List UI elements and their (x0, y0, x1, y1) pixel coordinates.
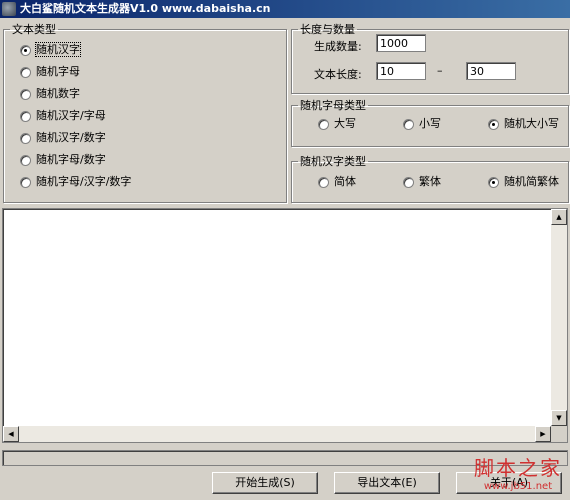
window-title: 大白鲨随机文本生成器V1.0 www.dabaisha.cn (20, 2, 271, 15)
radio-label: 繁体 (419, 175, 441, 188)
length-max-input[interactable] (466, 62, 516, 80)
vertical-scrollbar[interactable]: ▲ ▼ (551, 209, 567, 426)
radio-button[interactable] (403, 176, 414, 188)
radio-label: 随机字母/汉字/数字 (36, 175, 132, 188)
radio-button[interactable] (318, 118, 329, 130)
radio-label: 大写 (334, 117, 356, 130)
radio-label: 随机大小写 (504, 117, 559, 130)
radio-button[interactable] (20, 44, 31, 56)
export-button[interactable]: 导出文本(E) (334, 472, 440, 494)
radio-button[interactable] (403, 118, 414, 130)
letter-case-legend: 随机字母类型 (300, 99, 366, 112)
output-text (3, 209, 567, 213)
radio-label: 随机数字 (36, 87, 80, 100)
hanzi-type-legend: 随机汉字类型 (300, 155, 366, 168)
length-min-input[interactable] (376, 62, 426, 80)
scroll-down-arrow-icon[interactable]: ▼ (551, 410, 567, 426)
radio-button[interactable] (20, 176, 31, 188)
radio-button[interactable] (20, 88, 31, 100)
radio-button[interactable] (20, 110, 31, 122)
text-type-option-hanzi-number[interactable]: 随机汉字/数字 (20, 130, 106, 146)
radio-label: 小写 (419, 117, 441, 130)
text-type-option-letter-number[interactable]: 随机字母/数字 (20, 152, 106, 168)
radio-label: 随机汉字/数字 (36, 131, 106, 144)
count-input[interactable] (376, 34, 426, 52)
count-label: 生成数量: (314, 40, 362, 53)
radio-label: 随机汉字 (35, 42, 81, 57)
text-type-option-number[interactable]: 随机数字 (20, 86, 80, 102)
watermark-url: www.jb51.net (483, 481, 553, 492)
length-label: 文本长度: (314, 68, 362, 81)
length-count-group: 长度与数量 (291, 21, 569, 94)
letter-case-option-upper[interactable]: 大写 (318, 116, 356, 132)
site-watermark: 脚本之家 www.jb51.net (474, 452, 562, 492)
radio-button[interactable] (20, 154, 31, 166)
hanzi-type-option-simplified[interactable]: 简体 (318, 174, 356, 190)
scroll-right-arrow-icon[interactable]: ▶ (535, 426, 551, 442)
title-bar[interactable]: 大白鲨随机文本生成器V1.0 www.dabaisha.cn (0, 0, 570, 18)
app-window: 大白鲨随机文本生成器V1.0 www.dabaisha.cn 文本类型 随机汉字… (0, 0, 570, 500)
radio-button[interactable] (318, 176, 329, 188)
text-type-legend: 文本类型 (12, 23, 56, 36)
text-type-option-hanzi-letter[interactable]: 随机汉字/字母 (20, 108, 106, 124)
radio-label: 简体 (334, 175, 356, 188)
radio-button[interactable] (488, 176, 499, 188)
letter-case-option-mixed[interactable]: 随机大小写 (488, 116, 559, 132)
text-type-option-hanzi[interactable]: 随机汉字 (20, 42, 81, 58)
radio-button[interactable] (488, 118, 499, 130)
watermark-title: 脚本之家 (474, 456, 562, 480)
app-icon (2, 2, 16, 16)
length-count-legend: 长度与数量 (300, 23, 355, 36)
hanzi-type-option-traditional[interactable]: 繁体 (403, 174, 441, 190)
radio-button[interactable] (20, 66, 31, 78)
radio-label: 随机字母/数字 (36, 153, 106, 166)
scroll-left-arrow-icon[interactable]: ◀ (3, 426, 19, 442)
hanzi-type-option-mixed[interactable]: 随机简繁体 (488, 174, 559, 190)
radio-label: 随机汉字/字母 (36, 109, 106, 122)
scroll-up-arrow-icon[interactable]: ▲ (551, 209, 567, 225)
start-button[interactable]: 开始生成(S) (212, 472, 318, 494)
radio-label: 随机字母 (36, 65, 80, 78)
radio-button[interactable] (20, 132, 31, 144)
horizontal-scrollbar[interactable]: ◀ ▶ (3, 426, 551, 442)
letter-case-option-lower[interactable]: 小写 (403, 116, 441, 132)
text-type-option-letter[interactable]: 随机字母 (20, 64, 80, 80)
text-type-option-all[interactable]: 随机字母/汉字/数字 (20, 174, 131, 190)
radio-label: 随机简繁体 (504, 175, 559, 188)
length-separator: – (437, 64, 443, 77)
output-textarea[interactable]: ▲ ▼ ◀ ▶ (2, 208, 568, 443)
scrollbar-corner (551, 426, 567, 442)
